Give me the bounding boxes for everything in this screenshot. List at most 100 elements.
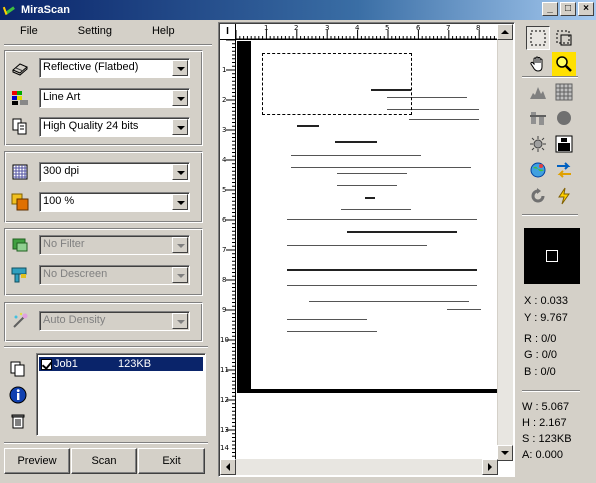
scan-type-value: Reflective (Flatbed)	[43, 61, 139, 73]
mirascan-app-icon	[4, 4, 16, 16]
filter-select[interactable]: No Filter	[39, 235, 190, 255]
color-balance-icon	[530, 112, 546, 125]
dropdown-arrow-icon[interactable]	[172, 237, 188, 253]
quality-select[interactable]: High Quality 24 bits	[39, 117, 190, 137]
copy-pages-icon	[10, 361, 25, 377]
black-point-icon	[557, 111, 571, 125]
exit-button[interactable]: Exit	[138, 448, 205, 474]
color-balance-tool[interactable]	[526, 106, 550, 130]
scan-edge-bottom	[237, 389, 498, 393]
auto-adjust-tool[interactable]	[552, 184, 576, 208]
doc-text-line	[447, 309, 481, 310]
v-tick-label: 11	[220, 366, 229, 374]
overview-thumbnail[interactable]	[524, 228, 580, 284]
dropdown-arrow-icon[interactable]	[172, 90, 188, 106]
dropdown-arrow-icon[interactable]	[172, 194, 188, 210]
density-group: Auto Density	[4, 302, 203, 342]
reset-tool[interactable]	[526, 184, 550, 208]
menu-help[interactable]: Help	[122, 25, 185, 37]
v-tick-label: 4	[222, 156, 227, 164]
histogram-tool[interactable]	[526, 80, 550, 104]
black-point-tool[interactable]	[552, 106, 576, 130]
image-type-select[interactable]: Line Art	[39, 88, 190, 108]
descreen-row: No Descreen	[11, 265, 190, 285]
color-tool[interactable]	[526, 158, 550, 182]
scroll-left-button[interactable]	[220, 459, 236, 475]
doc-text-line	[287, 219, 477, 220]
resolution-grid-icon	[11, 163, 29, 181]
ruler-unit-corner[interactable]: I	[220, 24, 236, 40]
image-type-row: Line Art	[11, 88, 190, 108]
scaling-select[interactable]: 100 %	[39, 192, 190, 212]
doc-text-line	[287, 319, 367, 320]
scan-button[interactable]: Scan	[71, 448, 137, 474]
density-select[interactable]: Auto Density	[39, 311, 190, 331]
curve-tool[interactable]	[552, 80, 576, 104]
h-tick-label: 8	[476, 24, 481, 32]
descreen-select[interactable]: No Descreen	[39, 265, 190, 285]
h-tick-label: 6	[416, 24, 421, 32]
resolution-group: 300 dpi 100 %	[4, 151, 203, 223]
scroll-down-button[interactable]	[497, 445, 513, 461]
dropdown-arrow-icon[interactable]	[172, 119, 188, 135]
maximize-button[interactable]: □	[560, 2, 576, 16]
v-tick-label: 9	[222, 306, 227, 314]
delete-job-button[interactable]	[7, 410, 29, 432]
red-value: R : 0/0	[524, 333, 557, 345]
dropdown-arrow-icon[interactable]	[172, 164, 188, 180]
v-tick-label: 3	[222, 126, 227, 134]
width-value: W : 5.067	[522, 401, 570, 413]
job-separator	[4, 346, 208, 348]
menu-bar: File Setting Help	[0, 20, 216, 42]
threshold-tool[interactable]	[552, 132, 576, 156]
job-info-button[interactable]	[7, 384, 29, 406]
doc-text-line	[287, 285, 477, 286]
dropdown-arrow-icon[interactable]	[172, 267, 188, 283]
scan-type-select[interactable]: Reflective (Flatbed)	[39, 58, 190, 78]
scroll-right-button[interactable]	[482, 459, 498, 475]
select-rect-tool[interactable]	[526, 26, 550, 50]
tool-separator	[522, 214, 578, 216]
scroll-up-button[interactable]	[497, 24, 513, 40]
scan-type-row: Reflective (Flatbed)	[11, 58, 190, 78]
preview-area[interactable]: I 1 2 3 4 5 6 7 8 1 2 3 4 5 6 7 8 9 10 1…	[218, 22, 515, 477]
preview-button[interactable]: Preview	[4, 448, 70, 474]
doc-text-line	[291, 167, 471, 168]
horizontal-scrollbar[interactable]	[220, 459, 498, 475]
density-row: Auto Density	[11, 311, 190, 331]
scan-mode-group: Reflective (Flatbed) Line Art High Quali…	[4, 50, 203, 146]
job-name: Job1	[54, 358, 78, 370]
dropdown-arrow-icon[interactable]	[172, 60, 188, 76]
auto-crop-tool[interactable]	[552, 26, 576, 50]
minimize-button[interactable]: _	[542, 2, 558, 16]
filter-row: No Filter	[11, 235, 190, 255]
selection-marquee[interactable]	[262, 53, 412, 115]
job-row[interactable]: Job1 123KB	[39, 357, 203, 371]
job-checkbox[interactable]	[41, 358, 52, 370]
image-type-value: Line Art	[43, 91, 81, 103]
menu-file[interactable]: File	[0, 25, 48, 37]
select-rect-icon	[530, 30, 546, 46]
curve-grid-icon	[555, 83, 573, 101]
thumbnail-viewport-marker	[546, 250, 558, 262]
auto-crop-icon	[556, 30, 572, 46]
menu-setting[interactable]: Setting	[48, 25, 122, 37]
scaling-value: 100 %	[43, 195, 75, 207]
copy-job-button[interactable]	[7, 358, 29, 380]
vertical-scrollbar[interactable]	[497, 24, 513, 461]
title-bar: MiraScan _ □ ×	[0, 0, 596, 20]
zoom-tool[interactable]	[552, 52, 576, 76]
dropdown-arrow-icon[interactable]	[172, 313, 188, 329]
brightness-tool[interactable]	[526, 132, 550, 156]
v-tick-label: 7	[222, 246, 227, 254]
doc-text-line	[337, 173, 407, 174]
doc-text-line	[287, 245, 427, 246]
resolution-select[interactable]: 300 dpi	[39, 162, 190, 182]
swap-tool[interactable]	[552, 158, 576, 182]
hand-pan-tool[interactable]	[526, 52, 550, 76]
close-button[interactable]: ×	[578, 2, 594, 16]
v-tick-label: 6	[222, 216, 227, 224]
job-list[interactable]: Job1 123KB	[36, 353, 206, 436]
auto-adjust-icon	[558, 187, 570, 205]
descreen-icon	[11, 266, 29, 284]
